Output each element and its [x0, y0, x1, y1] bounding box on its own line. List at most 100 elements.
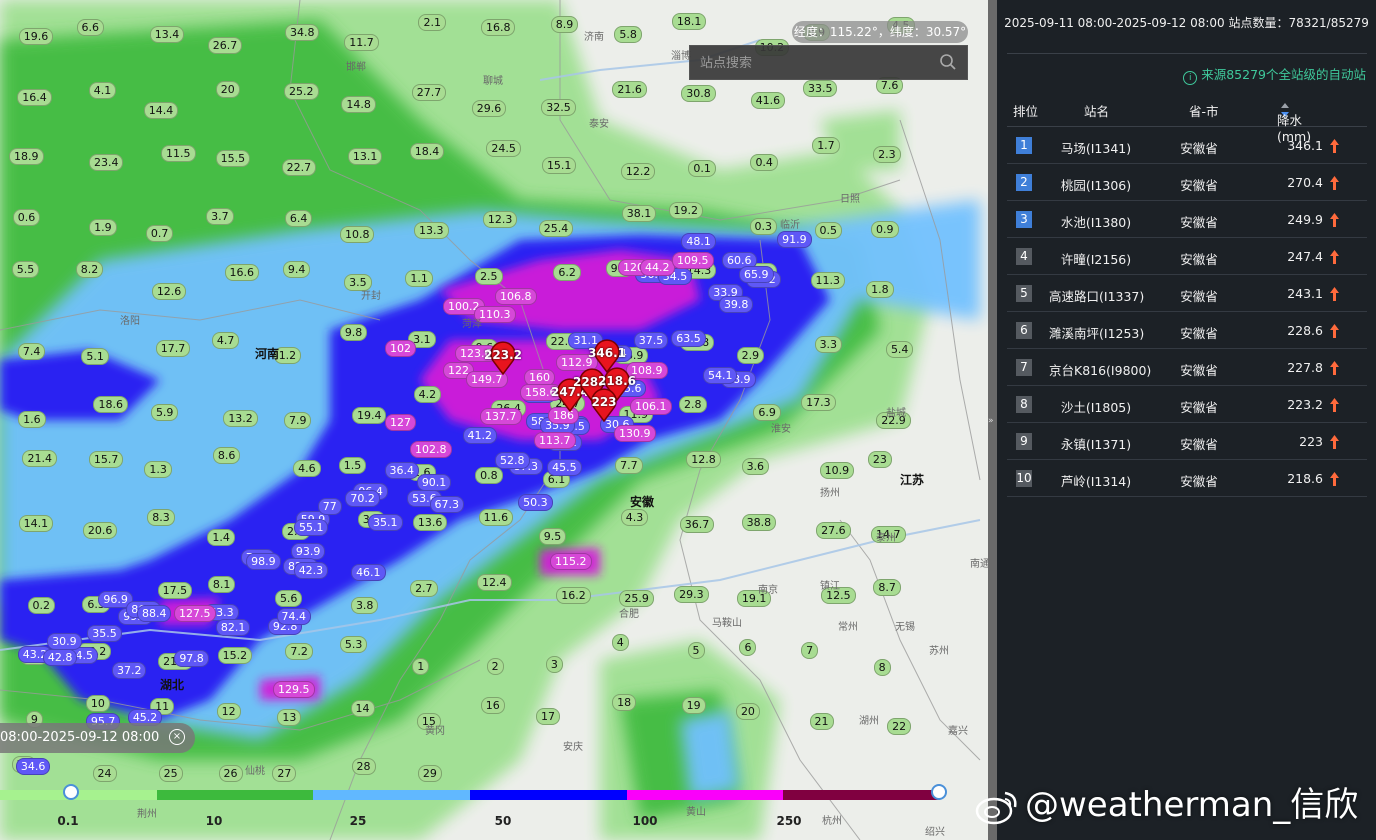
- station-value[interactable]: 17.5: [157, 581, 193, 599]
- station-value[interactable]: 42.8: [42, 649, 78, 667]
- station-value[interactable]: 14.8: [341, 95, 376, 113]
- station-value[interactable]: 30.9: [47, 633, 82, 651]
- station-value[interactable]: 24.5: [486, 139, 521, 157]
- station-value[interactable]: 36.4: [384, 462, 419, 480]
- station-value[interactable]: 8: [873, 659, 891, 677]
- station-value[interactable]: 41.2: [462, 426, 498, 444]
- station-value[interactable]: 4.6: [293, 460, 321, 478]
- station-value[interactable]: 102.8: [410, 441, 452, 458]
- station-value[interactable]: 17.3: [801, 394, 836, 412]
- station-value[interactable]: 13.3: [414, 222, 449, 240]
- station-value[interactable]: 0.2: [27, 596, 55, 614]
- station-value[interactable]: 4.3: [620, 508, 649, 526]
- station-value[interactable]: 9.5: [538, 528, 567, 546]
- station-value[interactable]: 12: [216, 702, 241, 720]
- station-value[interactable]: 33.5: [802, 80, 838, 98]
- station-value[interactable]: 19.6: [18, 27, 54, 45]
- station-value[interactable]: 6.2: [553, 263, 581, 281]
- station-value[interactable]: 22: [887, 718, 912, 736]
- station-value[interactable]: 29: [417, 765, 442, 782]
- station-value[interactable]: 24: [92, 765, 117, 782]
- station-value[interactable]: 13.1: [347, 148, 383, 166]
- station-value[interactable]: 5.6: [274, 590, 303, 608]
- station-value[interactable]: 15.2: [217, 646, 253, 664]
- rainfall-map[interactable]: 19.6 6.6 13.4 26.7 34.8 11.7 2.1 16.8 8.9 5.8 18.1…: [0, 0, 988, 840]
- station-value[interactable]: 1.7: [812, 136, 840, 154]
- station-value[interactable]: 8.6: [212, 446, 241, 464]
- station-value[interactable]: 25.2: [284, 83, 319, 101]
- station-value[interactable]: 9.4: [282, 261, 311, 279]
- station-value[interactable]: 22.7: [281, 159, 317, 177]
- station-value[interactable]: 127: [385, 414, 416, 431]
- station-value[interactable]: 70.2: [345, 490, 380, 508]
- station-value[interactable]: 1: [412, 657, 430, 675]
- station-value[interactable]: 17: [536, 707, 560, 725]
- station-value[interactable]: 29.6: [471, 99, 507, 117]
- station-value[interactable]: 16: [480, 696, 505, 714]
- station-value[interactable]: 21.6: [612, 80, 647, 98]
- station-value[interactable]: 1.1: [405, 269, 433, 287]
- station-value[interactable]: 4.7: [211, 332, 240, 350]
- station-value[interactable]: 1.6: [18, 411, 46, 429]
- station-value[interactable]: 3.6: [741, 457, 770, 475]
- station-value[interactable]: 8.3: [147, 508, 175, 526]
- station-value[interactable]: 26: [218, 765, 243, 782]
- station-value[interactable]: 34.8: [284, 23, 320, 41]
- station-value[interactable]: 44.2: [640, 259, 675, 276]
- station-value[interactable]: 52.8: [495, 452, 530, 470]
- station-value[interactable]: 18.9: [9, 147, 44, 165]
- station-value[interactable]: 115.2: [550, 553, 592, 570]
- station-value[interactable]: 13.2: [223, 409, 258, 427]
- station-value[interactable]: 14.1: [18, 515, 54, 533]
- station-value[interactable]: 16.4: [17, 89, 52, 107]
- station-value[interactable]: 5.3: [339, 635, 368, 653]
- station-value[interactable]: 2.7: [410, 579, 438, 597]
- station-value[interactable]: 1.5: [338, 456, 367, 474]
- station-value[interactable]: 19.4: [351, 407, 387, 425]
- station-value[interactable]: 14: [350, 700, 375, 718]
- station-value[interactable]: 10.8: [339, 225, 375, 243]
- table-row[interactable]: 1 马场(I1341) 安徽省 346.1: [1007, 127, 1367, 164]
- station-value[interactable]: 109.5: [672, 252, 714, 269]
- station-value[interactable]: 20: [735, 702, 760, 720]
- station-value[interactable]: 97.8: [174, 650, 209, 668]
- station-value[interactable]: 18.6: [93, 395, 128, 413]
- station-value[interactable]: 15.5: [215, 149, 251, 167]
- panel-collapse-handle[interactable]: »: [988, 0, 997, 840]
- station-value[interactable]: 32.5: [541, 98, 576, 116]
- station-value[interactable]: 12.6: [151, 283, 187, 301]
- station-value[interactable]: 82.1: [215, 619, 251, 637]
- station-value[interactable]: 41.6: [750, 92, 786, 110]
- station-value[interactable]: 50.3: [518, 494, 553, 512]
- station-search-input[interactable]: [698, 46, 932, 81]
- station-value[interactable]: 98.9: [246, 552, 281, 570]
- station-value[interactable]: 0.8: [475, 466, 503, 484]
- station-value[interactable]: 13.4: [149, 26, 185, 44]
- station-value[interactable]: 6.4: [284, 210, 313, 228]
- legend-min-handle[interactable]: [63, 784, 79, 800]
- station-value[interactable]: 1.4: [207, 528, 235, 546]
- station-value[interactable]: 45.5: [547, 459, 582, 477]
- station-value[interactable]: 34.6: [15, 758, 51, 776]
- station-value[interactable]: 7.9: [283, 411, 312, 429]
- station-value[interactable]: 0.7: [145, 224, 174, 242]
- station-value[interactable]: 8.7: [873, 579, 901, 597]
- station-value[interactable]: 35.5: [87, 624, 122, 642]
- station-value[interactable]: 130.9: [614, 425, 656, 442]
- close-icon[interactable]: ×: [169, 729, 185, 745]
- search-icon[interactable]: [939, 53, 957, 71]
- station-value[interactable]: 8.2: [75, 260, 104, 278]
- station-value[interactable]: 63.5: [671, 330, 706, 348]
- station-value[interactable]: 9.8: [339, 323, 368, 341]
- table-row[interactable]: 4 许疃(I2156) 安徽省 247.4: [1007, 238, 1367, 275]
- station-value[interactable]: 2.8: [679, 396, 707, 414]
- station-value[interactable]: 129.5: [273, 681, 315, 698]
- station-value[interactable]: 26.7: [207, 36, 243, 54]
- station-value[interactable]: 12.3: [482, 211, 518, 229]
- station-value[interactable]: 0.5: [814, 222, 843, 240]
- station-value[interactable]: 39.8: [718, 296, 754, 314]
- station-value[interactable]: 3.8: [350, 597, 379, 614]
- station-value[interactable]: 0.1: [688, 160, 716, 178]
- station-value[interactable]: 113.7: [534, 432, 576, 449]
- station-value[interactable]: 16.8: [480, 18, 516, 36]
